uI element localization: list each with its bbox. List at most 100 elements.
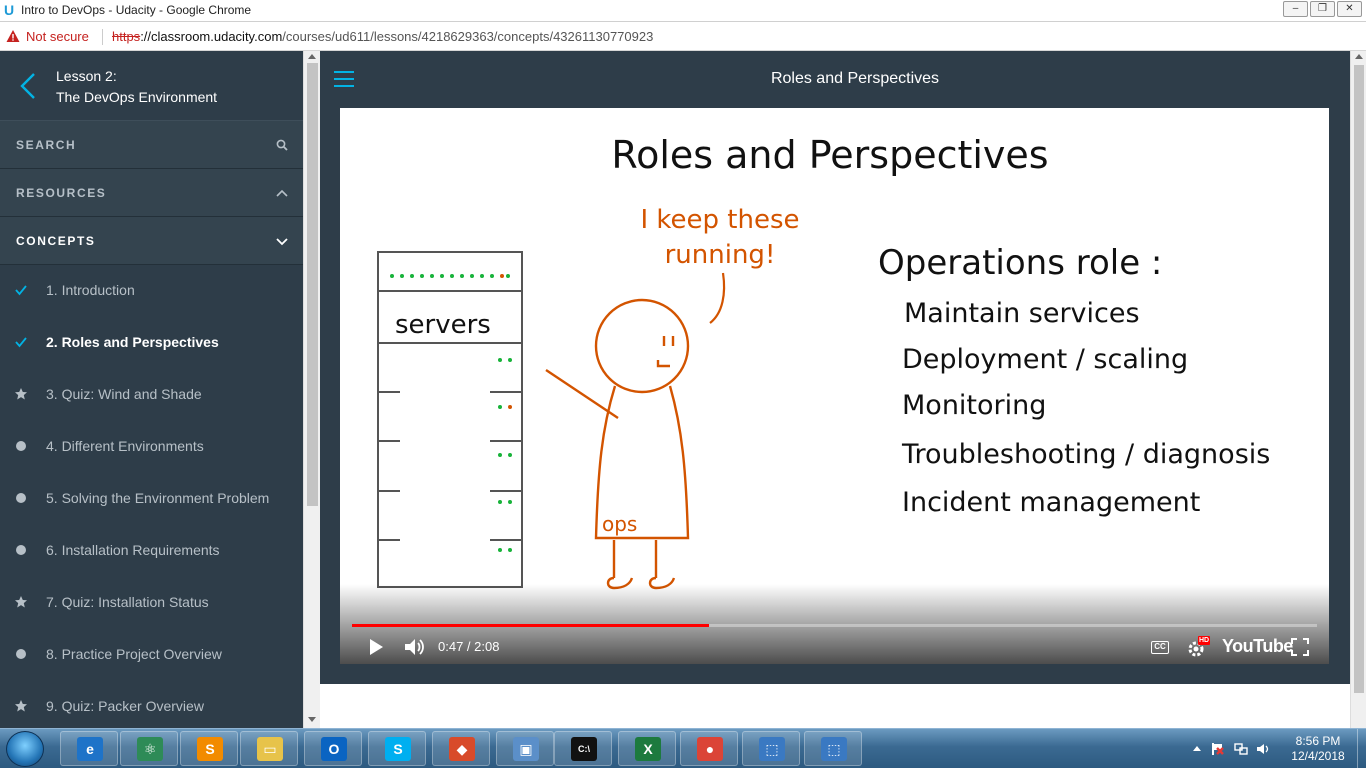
chevron-up-icon (276, 189, 288, 197)
concept-item[interactable]: 1. Introduction (0, 265, 303, 317)
atom-icon: ⚛ (137, 737, 163, 761)
speech-line-1: I keep these (640, 205, 799, 235)
youtube-logo[interactable]: YouTube (1222, 636, 1293, 657)
show-desktop-button[interactable] (1357, 729, 1366, 768)
taskbar-app-atom[interactable]: ⚛ (120, 731, 178, 766)
role-item: Incident management (902, 487, 1200, 518)
concept-item[interactable]: 9. Quiz: Packer Overview (0, 681, 303, 728)
captions-button[interactable]: CC (1151, 641, 1169, 654)
remote-1-icon: ⬚ (759, 737, 785, 761)
sidebar-scrollbar[interactable] (303, 51, 320, 728)
star-icon (15, 388, 27, 400)
address-bar[interactable]: Not secure https://classroom.udacity.com… (0, 23, 1366, 51)
concept-label: 5. Solving the Environment Problem (46, 490, 270, 506)
url-text[interactable]: https://classroom.udacity.com/courses/ud… (112, 29, 653, 44)
scroll-up-arrow-icon[interactable] (1355, 54, 1363, 59)
restore-button[interactable]: ❐ (1310, 1, 1335, 17)
search-icon (276, 139, 288, 151)
clock-time: 8:56 PM (1295, 734, 1341, 748)
clock-date: 12/4/2018 (1291, 749, 1345, 763)
concept-item[interactable]: 7. Quiz: Installation Status (0, 577, 303, 629)
video-player[interactable]: Roles and Perspectives I keep these runn… (340, 108, 1329, 664)
server-rack-drawing (377, 251, 523, 588)
action-center-flag-icon[interactable] (1210, 742, 1224, 756)
lesson-sidebar: Lesson 2: The DevOps Environment SEARCH … (0, 51, 303, 728)
scroll-up-arrow-icon[interactable] (308, 54, 316, 59)
scroll-down-arrow-icon[interactable] (308, 717, 316, 722)
content-below-video (320, 684, 1350, 728)
divider (102, 29, 103, 45)
udacity-logo-icon: U (4, 2, 15, 18)
skype-icon: S (385, 737, 411, 761)
taskbar-app-outlook[interactable]: O (304, 731, 362, 766)
sublime-text-icon: S (197, 737, 223, 761)
volume-icon[interactable] (404, 637, 426, 657)
taskbar-clock[interactable]: 8:56 PM 12/4/2018 (1282, 734, 1354, 764)
concept-label: 4. Different Environments (46, 438, 204, 454)
concept-item[interactable]: 5. Solving the Environment Problem (0, 473, 303, 525)
taskbar-app-skype[interactable]: S (368, 731, 426, 766)
role-item: Monitoring (902, 390, 1046, 421)
taskbar-app-internet-explorer[interactable]: e (60, 731, 118, 766)
concept-label: 7. Quiz: Installation Status (46, 594, 209, 610)
chrome-icon: ● (697, 737, 723, 761)
concept-item[interactable]: 3. Quiz: Wind and Shade (0, 369, 303, 421)
taskbar-app-network[interactable]: ▣ (496, 731, 554, 766)
windows-taskbar: e ⚛ S ▭ O S ◆ ▣ C:\ X ● ⬚ ⬚ 8:56 PM 12/4/2018 (0, 728, 1366, 768)
play-icon[interactable] (368, 638, 384, 656)
taskbar-app-excel[interactable]: X (618, 731, 676, 766)
tray-expand-icon[interactable] (1190, 742, 1204, 756)
star-icon (15, 596, 27, 608)
concept-item[interactable]: 8. Practice Project Overview (0, 629, 303, 681)
taskbar-app-remote-2[interactable]: ⬚ (804, 731, 862, 766)
concept-label: 6. Installation Requirements (46, 542, 220, 558)
network-icon: ▣ (513, 737, 539, 761)
taskbar-app-cmd[interactable]: C:\ (554, 731, 612, 766)
dot-icon (16, 441, 26, 451)
main-header: Roles and Perspectives (320, 51, 1350, 107)
concept-label: 8. Practice Project Overview (46, 646, 222, 662)
hd-badge: HD (1198, 636, 1211, 645)
sidebar-resources[interactable]: RESOURCES (0, 169, 303, 217)
role-item: Maintain services (904, 298, 1140, 329)
concept-item-current[interactable]: 2. Roles and Perspectives (0, 317, 303, 369)
speech-line-2: running! (665, 240, 776, 270)
start-button[interactable] (6, 731, 44, 767)
minimize-button[interactable]: – (1283, 1, 1308, 17)
warning-icon (6, 30, 20, 42)
sidebar-scroll-thumb[interactable] (307, 63, 318, 506)
remote-2-icon: ⬚ (821, 737, 847, 761)
taskbar-app-sublime-text[interactable]: S (180, 731, 238, 766)
current-time: 0:47 (438, 639, 464, 654)
concept-label: 2. Roles and Perspectives (46, 334, 219, 350)
sidebar-concepts[interactable]: CONCEPTS (0, 217, 303, 265)
duration: 2:08 (474, 639, 500, 654)
checkmark-icon (15, 337, 27, 348)
dot-icon (16, 493, 26, 503)
sidebar-search[interactable]: SEARCH (0, 121, 303, 169)
concept-item[interactable]: 6. Installation Requirements (0, 525, 303, 577)
page-scrollbar[interactable] (1350, 51, 1366, 728)
close-button[interactable]: ✕ (1337, 1, 1362, 17)
excel-icon: X (635, 737, 661, 761)
lesson-number: Lesson 2: (56, 68, 117, 84)
chevron-down-icon (276, 238, 288, 246)
taskbar-app-file-explorer[interactable]: ▭ (240, 731, 298, 766)
ops-person-drawing (545, 298, 690, 590)
taskbar-app-chrome[interactable]: ● (680, 731, 738, 766)
taskbar-app-git[interactable]: ◆ (432, 731, 490, 766)
video-progress-bar[interactable] (352, 624, 1317, 627)
back-chevron-icon[interactable] (18, 71, 40, 101)
url-scheme: https (112, 29, 141, 44)
network-icon[interactable] (1234, 742, 1248, 756)
security-status[interactable]: Not secure (26, 29, 89, 44)
sidebar-search-label: SEARCH (16, 138, 77, 152)
concept-label: 1. Introduction (46, 282, 135, 298)
taskbar-app-remote-1[interactable]: ⬚ (742, 731, 800, 766)
speaker-icon[interactable] (1256, 742, 1270, 756)
page-scroll-thumb[interactable] (1354, 65, 1364, 693)
video-progress-played (352, 624, 710, 627)
concept-item[interactable]: 4. Different Environments (0, 421, 303, 473)
fullscreen-icon[interactable] (1291, 638, 1309, 656)
sidebar-resources-label: RESOURCES (16, 186, 107, 200)
